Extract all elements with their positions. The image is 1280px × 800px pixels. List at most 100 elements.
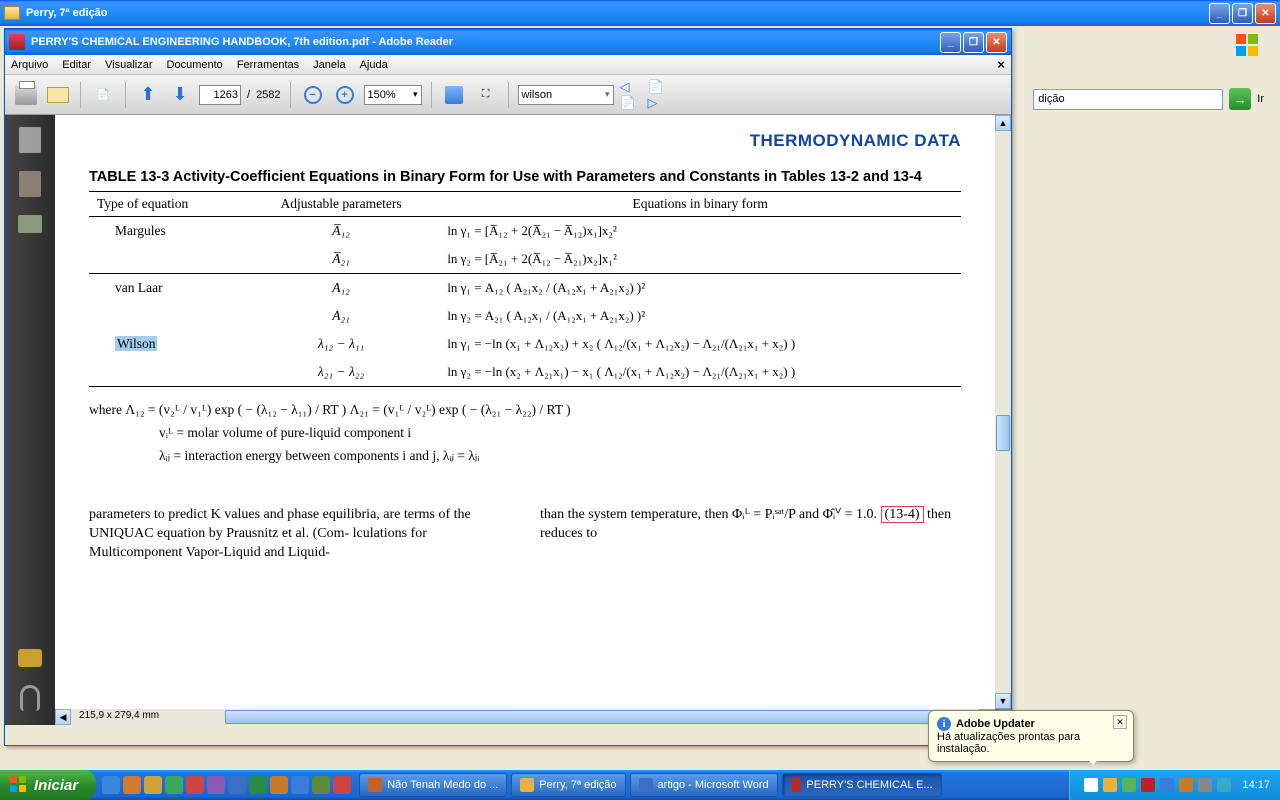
tray-icon[interactable] [1198, 778, 1212, 792]
right-column: than the system temperature, then Φᵢᴸ = … [540, 506, 961, 563]
system-tray: 14:17 [1069, 770, 1280, 800]
menu-arquivo[interactable]: Arquivo [11, 59, 48, 71]
pdf-page[interactable]: THERMODYNAMIC DATA TABLE 13-3 Activity-C… [55, 115, 995, 709]
ql-icon[interactable] [144, 776, 162, 794]
start-label: Iniciar [34, 777, 78, 794]
table-row: A₂₁ ln γ₂ = A₂₁ ( A₁₂x₁ / (A₁₂x₁ + A₂₁x₂… [89, 302, 961, 330]
taskbar-task[interactable]: PERRY'S CHEMICAL E... [782, 773, 942, 797]
fit-button[interactable]: ⛶ [473, 82, 499, 108]
ql-icon[interactable] [165, 776, 183, 794]
tray-icon[interactable] [1217, 778, 1231, 792]
explorer-title-text: Perry, 7ª edição [26, 7, 108, 19]
start-button[interactable]: Iniciar [0, 770, 96, 800]
disk-icon [445, 86, 463, 104]
ql-icon[interactable] [228, 776, 246, 794]
ql-icon[interactable] [270, 776, 288, 794]
ql-icon[interactable] [207, 776, 225, 794]
tray-icon[interactable] [1179, 778, 1193, 792]
explorer-titlebar[interactable]: Perry, 7ª edição _ ❐ ✕ [0, 0, 1280, 26]
plus-icon: + [336, 86, 354, 104]
menu-ferramentas[interactable]: Ferramentas [237, 59, 299, 71]
menu-ajuda[interactable]: Ajuda [360, 59, 388, 71]
bookmarks-panel-icon[interactable] [19, 171, 41, 197]
horizontal-scrollbar[interactable]: 215,9 x 279,4 mm ◀ ▶ [55, 709, 995, 725]
tray-icon[interactable] [1160, 778, 1174, 792]
task-icon [368, 778, 382, 792]
print-button[interactable] [13, 82, 39, 108]
menu-documento[interactable]: Documento [167, 59, 223, 71]
ql-icon[interactable] [186, 776, 204, 794]
task-label: artigo - Microsoft Word [658, 779, 769, 791]
table-row: van Laar A₁₂ ln γ₁ = A₁₂ ( A₂₁x₂ / (A₁₂x… [89, 274, 961, 303]
scroll-up-icon[interactable]: ▲ [995, 115, 1011, 131]
ql-icon[interactable] [249, 776, 267, 794]
menu-visualizar[interactable]: Visualizar [105, 59, 153, 71]
page-number-input[interactable] [199, 85, 241, 105]
next-page-button[interactable]: ⬇ [167, 82, 193, 108]
menu-editar[interactable]: Editar [62, 59, 91, 71]
comments-panel-icon[interactable] [18, 649, 42, 667]
separator [290, 82, 291, 108]
reader-titlebar[interactable]: PERRY'S CHEMICAL ENGINEERING HANDBOOK, 7… [5, 29, 1011, 55]
page-view-button[interactable]: 📄 [90, 82, 116, 108]
ql-icon[interactable] [123, 776, 141, 794]
data-table: Type of equation Adjustable parameters E… [89, 191, 961, 387]
updater-balloon: ✕ iAdobe Updater Há atualizações prontas… [928, 710, 1134, 762]
attachments-panel-icon[interactable] [20, 685, 40, 711]
pages-panel-icon[interactable] [19, 127, 41, 153]
vertical-scrollbar[interactable]: ▲ ▼ [995, 115, 1011, 709]
explorer-maximize-button[interactable]: ❐ [1232, 3, 1253, 24]
scroll-down-icon[interactable]: ▼ [995, 693, 1011, 709]
explorer-close-button[interactable]: ✕ [1255, 3, 1276, 24]
reader-maximize-button[interactable]: ❐ [963, 32, 984, 53]
ql-icon[interactable] [312, 776, 330, 794]
tray-icon[interactable] [1122, 778, 1136, 792]
clock[interactable]: 14:17 [1236, 779, 1270, 791]
save-button[interactable] [441, 82, 467, 108]
taskbar-task[interactable]: Perry, 7ª edição [511, 773, 625, 797]
taskbar: Iniciar Não Tenah Medo do ... Perry, 7ª … [0, 770, 1280, 800]
left-column: parameters to predict K values and phase… [89, 506, 510, 563]
ql-icon[interactable] [102, 776, 120, 794]
go-label: Ir [1257, 93, 1264, 105]
tray-icon[interactable] [1141, 778, 1155, 792]
separator [508, 82, 509, 108]
zoom-value: 150% [368, 89, 396, 101]
zoom-select[interactable]: 150% [364, 85, 422, 105]
taskbar-task[interactable]: artigo - Microsoft Word [630, 773, 778, 797]
balloon-close-button[interactable]: ✕ [1113, 715, 1127, 729]
body-columns: parameters to predict K values and phase… [89, 506, 961, 563]
menubar-close-button[interactable]: × [997, 57, 1005, 72]
body-text: than the system temperature, then Φᵢᴸ = … [540, 507, 881, 522]
ql-icon[interactable] [333, 776, 351, 794]
reader-minimize-button[interactable]: _ [940, 32, 961, 53]
address-input[interactable] [1033, 89, 1223, 110]
explorer-minimize-button[interactable]: _ [1209, 3, 1230, 24]
zoom-out-button[interactable]: − [300, 82, 326, 108]
email-button[interactable] [45, 82, 71, 108]
page-total: 2582 [256, 89, 280, 101]
find-next-button[interactable]: 📄▷ [648, 84, 670, 106]
tray-icon[interactable] [1103, 778, 1117, 792]
go-button[interactable]: → [1229, 88, 1251, 110]
zoom-in-button[interactable]: + [332, 82, 358, 108]
reader-title-text: PERRY'S CHEMICAL ENGINEERING HANDBOOK, 7… [31, 36, 453, 48]
scroll-thumb[interactable] [225, 710, 965, 724]
prev-page-button[interactable]: ⬆ [135, 82, 161, 108]
table-row: A̅₂₁ ln γ₂ = [A̅₂₁ + 2(A̅₁₂ − A̅₂₁)x₂]x₁… [89, 245, 961, 274]
quick-launch [96, 776, 357, 794]
tray-icon[interactable] [1084, 778, 1098, 792]
scroll-thumb[interactable] [996, 415, 1010, 451]
signatures-panel-icon[interactable] [18, 215, 42, 233]
search-input[interactable]: wilson [518, 85, 614, 105]
menu-janela[interactable]: Janela [313, 59, 345, 71]
windows-logo-icon [1236, 34, 1260, 58]
ql-icon[interactable] [291, 776, 309, 794]
where-block: where Λ₁₂ = (v₂ᴸ / v₁ᴸ) exp ( − (λ₁₂ − λ… [89, 399, 961, 468]
col-header: Type of equation [89, 192, 243, 217]
scroll-left-icon[interactable]: ◀ [55, 709, 71, 725]
taskbar-task[interactable]: Não Tenah Medo do ... [359, 773, 507, 797]
reader-close-button[interactable]: ✕ [986, 32, 1007, 53]
find-prev-button[interactable]: ◁📄 [620, 84, 642, 106]
folder-icon [4, 6, 20, 20]
